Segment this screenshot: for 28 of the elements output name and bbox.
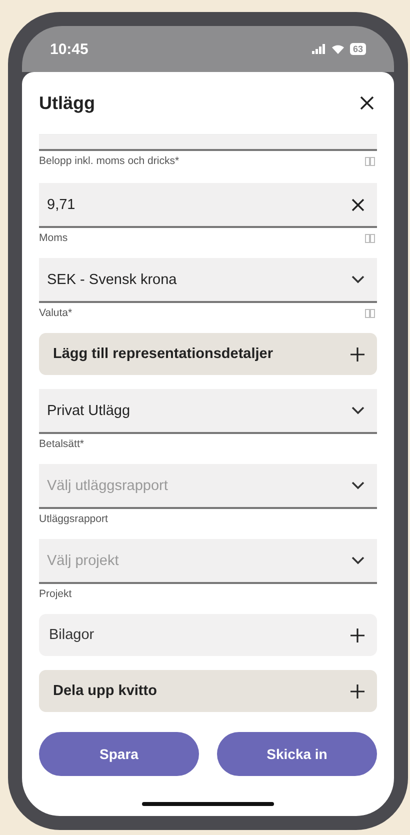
battery-indicator: 63 xyxy=(350,43,366,55)
field-label: Belopp inkl. moms och dricks* xyxy=(39,155,180,167)
field-label: Utläggsrapport xyxy=(39,513,108,525)
action-button[interactable]: Skicka in xyxy=(217,732,377,776)
plus-icon xyxy=(350,684,365,698)
dropdown-field[interactable]: SEK - Svensk krona xyxy=(39,258,377,303)
status-time: 10:45 xyxy=(50,40,88,58)
wifi-icon xyxy=(330,44,345,54)
plus-icon xyxy=(350,628,365,642)
plus-icon xyxy=(350,346,365,362)
chevron-down-icon xyxy=(351,275,365,284)
field-label: Betalsätt* xyxy=(39,438,84,450)
sheet-title: Utlägg xyxy=(39,92,95,114)
chevron-down-icon xyxy=(351,406,365,415)
input-field[interactable]: 9,71 xyxy=(39,183,377,228)
close-icon[interactable] xyxy=(359,95,375,111)
field-label: Projekt xyxy=(39,588,72,600)
dropdown-field[interactable]: Privat Utlägg xyxy=(39,389,377,434)
clear-icon[interactable] xyxy=(351,198,365,212)
chevron-down-icon xyxy=(351,556,365,565)
add-attachment-button[interactable]: Bilagor xyxy=(39,614,377,656)
action-button[interactable]: Spara xyxy=(39,732,199,776)
chevron-down-icon xyxy=(351,481,365,490)
signal-icon xyxy=(312,44,326,54)
field-label: Valuta* xyxy=(39,307,72,319)
expand-section-button[interactable]: Dela upp kvitto xyxy=(39,670,377,712)
expand-section-button[interactable]: Lägg till representationsdetaljer xyxy=(39,333,377,375)
field-label: Moms xyxy=(39,232,68,244)
